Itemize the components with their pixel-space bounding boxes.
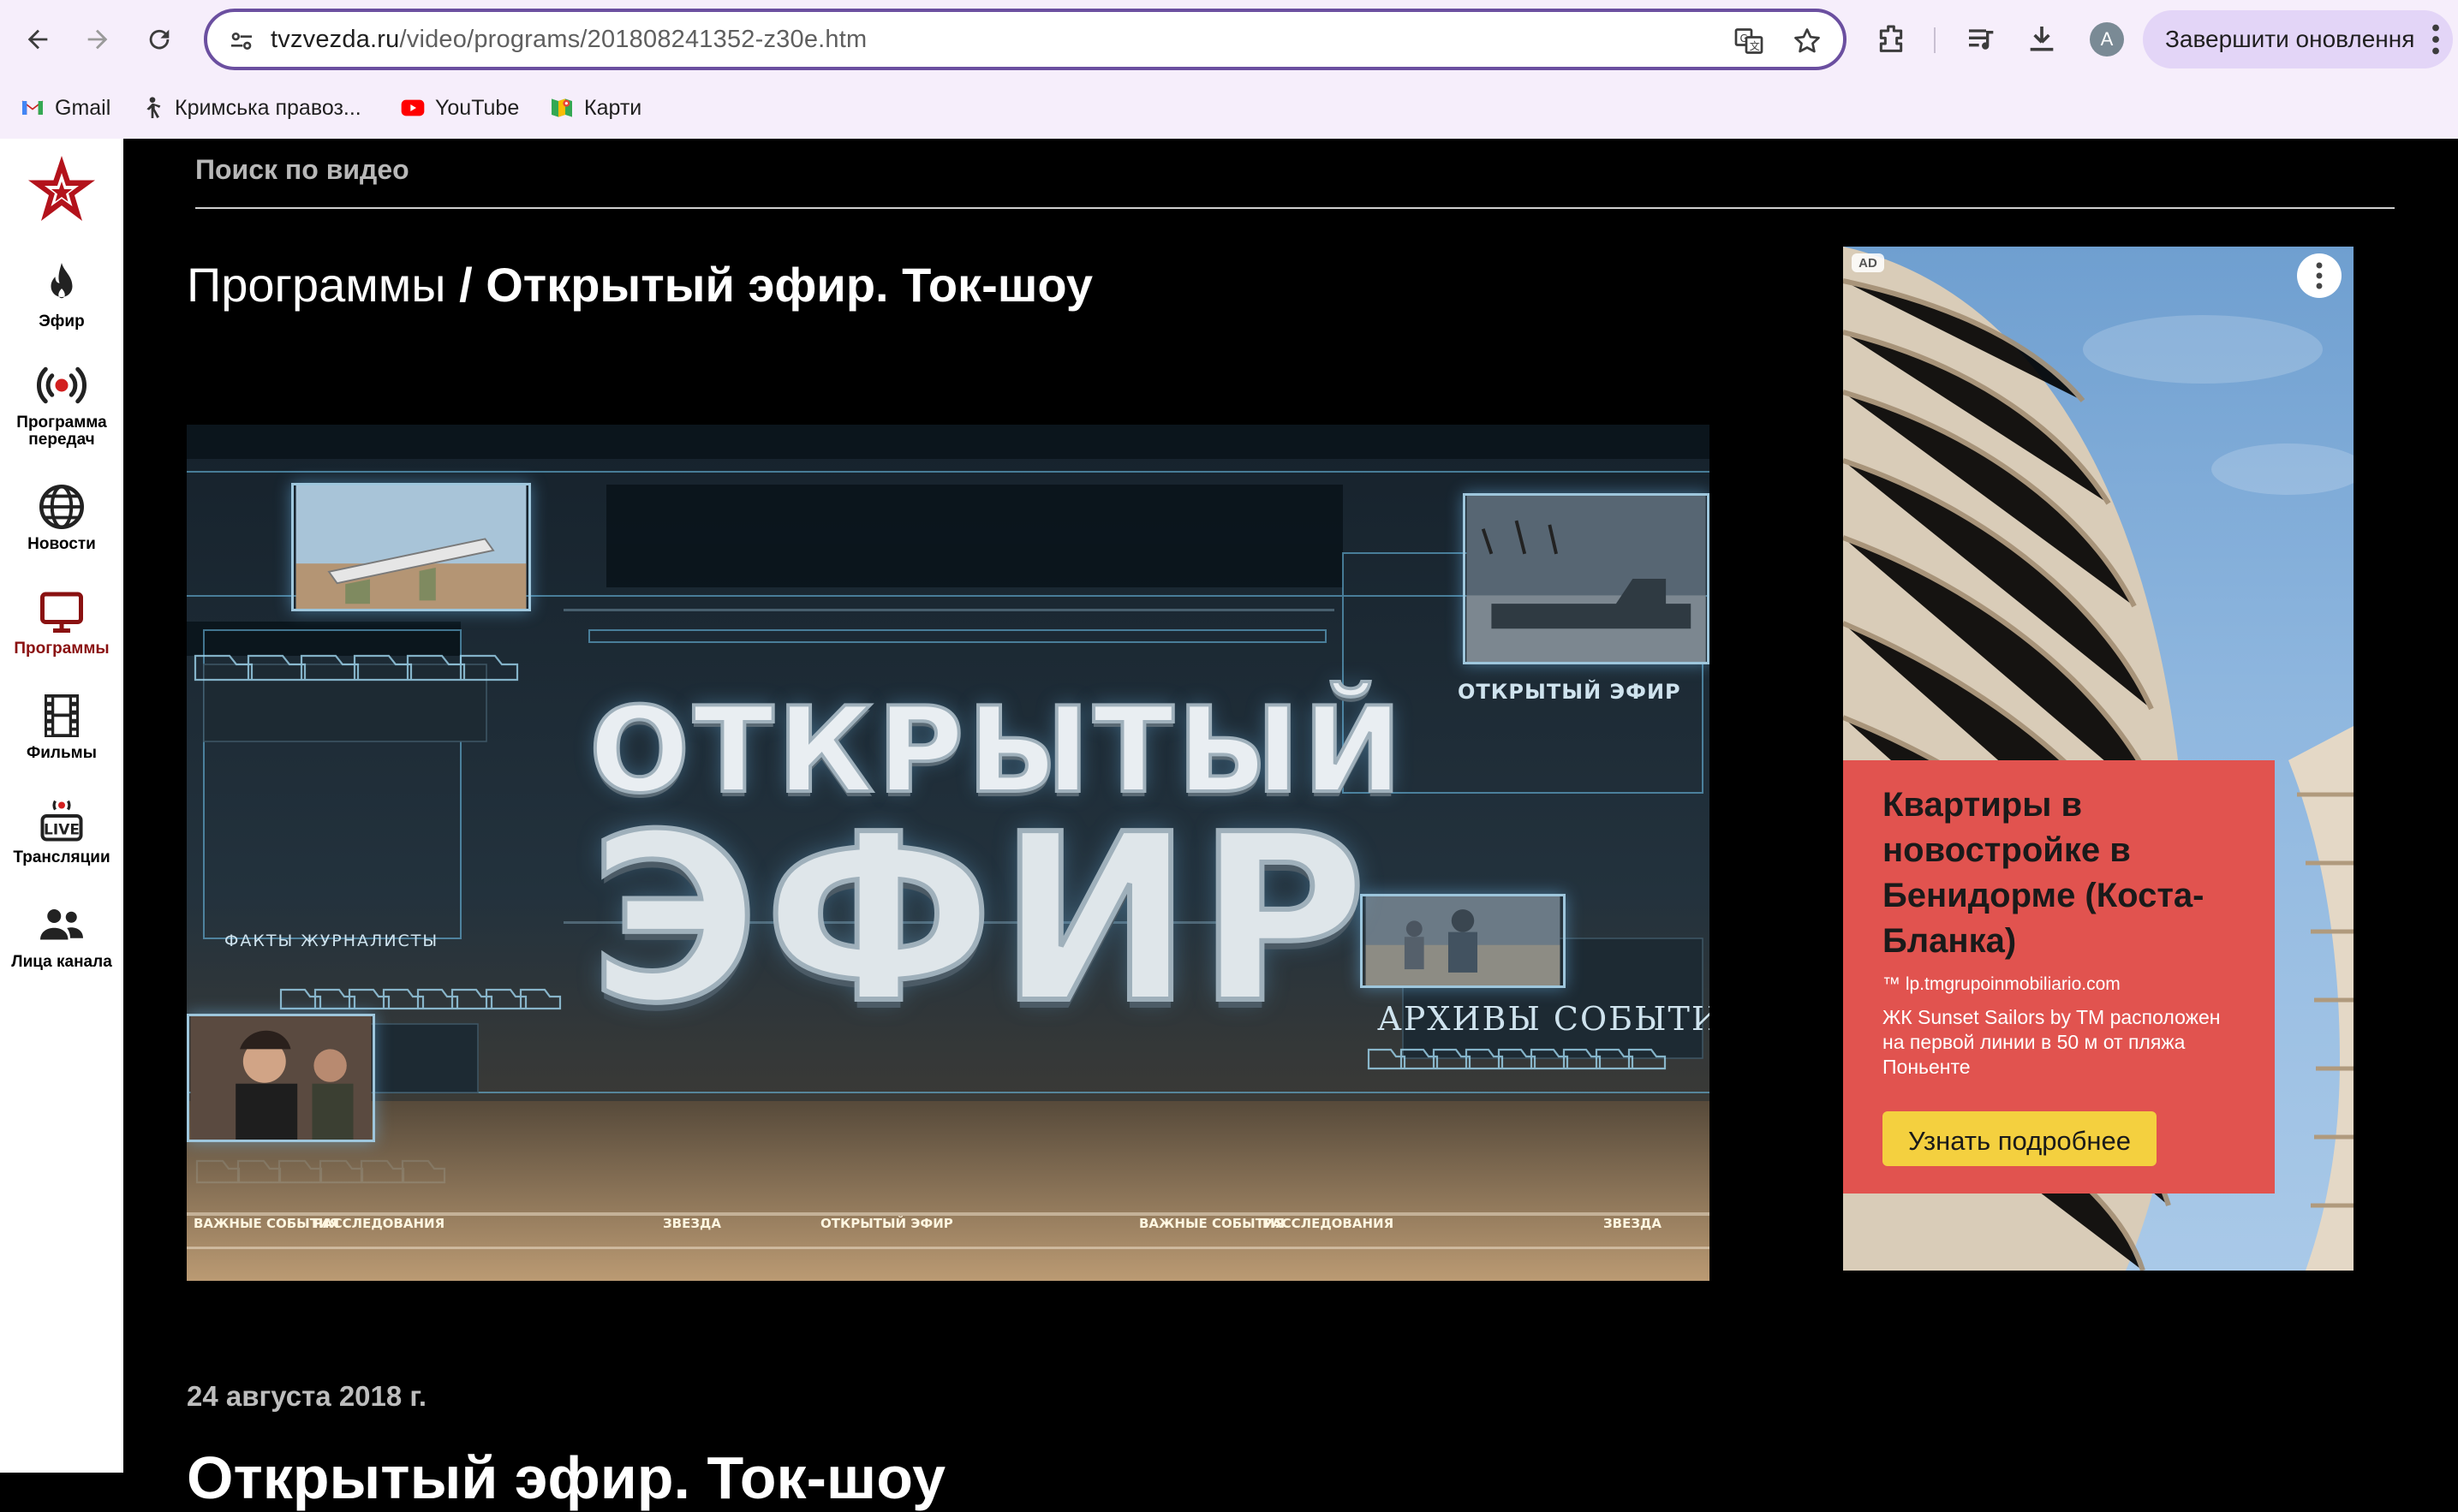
sidebar-item-films[interactable]: Фильмы [0, 690, 123, 762]
hero-tag-archives: АРХИВЫ СОБЫТИЯ [1377, 1000, 1709, 1038]
arrow-left-icon [27, 29, 48, 50]
sidebar-item-label: Трансляции [13, 848, 110, 866]
sidebar-item-label: Лица канала [11, 953, 112, 971]
sidebar-item-live[interactable]: LIVE Трансляции [0, 795, 123, 866]
main-content: Поиск по видео Программы / Открытый эфир… [123, 139, 2458, 1511]
broadcast-icon [36, 366, 87, 404]
hero-ticker-3: ЗВЕЗДА [663, 1216, 721, 1231]
site-sidebar: Эфир Программа передач Новости Программы… [0, 139, 123, 1473]
sidebar-item-schedule[interactable]: Программа передач [0, 360, 123, 449]
update-label: Завершити оновлення [2165, 26, 2415, 52]
sidebar-item-label: Фильмы [27, 744, 97, 762]
hero-thumb-rocket [291, 483, 531, 611]
gmail-icon [21, 100, 44, 115]
bookmark-crimea[interactable]: Кримська правоз... [139, 91, 361, 125]
translate-icon[interactable]: G文 [1733, 26, 1764, 57]
profile-avatar[interactable]: A [2090, 22, 2124, 57]
download-icon[interactable] [2025, 22, 2059, 57]
globe-icon [39, 485, 84, 529]
breadcrumb-root-link[interactable]: Программы [187, 258, 446, 312]
breadcrumb-separator: / [459, 258, 473, 312]
maps-icon [552, 98, 572, 117]
sidebar-item-faces[interactable]: Лица канала [0, 899, 123, 971]
search-underline [195, 207, 2395, 209]
more-vert-icon [2432, 24, 2439, 55]
svg-text:文: 文 [1750, 39, 1760, 52]
ad-description: ЖК Sunset Sailors by TM расположен на пе… [1882, 1006, 2221, 1078]
ad-domain[interactable]: ™ lp.tmgrupoinmobiliario.com [1882, 974, 2121, 995]
sidebar-item-label: Программа передач [16, 414, 107, 449]
extensions-icon[interactable] [1874, 22, 1908, 57]
ad-text-panel: Квартиры в новостройке в Бенидорме (Кост… [1843, 760, 2275, 1194]
sidebar-item-programs[interactable]: Программы [0, 586, 123, 658]
sidebar-item-news[interactable]: Новости [0, 481, 123, 553]
breadcrumb: Программы / Открытый эфир. Ток-шоу [187, 257, 1093, 313]
breadcrumb-current: Открытый эфир. Ток-шоу [486, 258, 1094, 312]
film-icon [45, 694, 79, 737]
bookmarks-bar: Gmail Кримська правоз... YouTube Карти [0, 86, 2458, 130]
hero-thumb-soldiers [1360, 894, 1566, 988]
arrow-right-icon [87, 29, 108, 50]
back-button[interactable] [15, 17, 60, 62]
url-text[interactable]: tvzvezda.ru/video/programs/201808241352-… [271, 26, 867, 54]
reload-button[interactable] [137, 17, 182, 62]
advertisement[interactable]: AD Квартиры в новостройке в Бенидорме (К… [1843, 247, 2354, 1271]
bookmark-maps[interactable]: Карти [548, 91, 641, 125]
bookmark-star-icon[interactable] [1792, 26, 1823, 57]
svg-text:LIVE: LIVE [44, 822, 80, 839]
bookmark-label: Карти [584, 95, 642, 120]
bookmark-label: Кримська правоз... [175, 95, 361, 120]
sidebar-item-efir[interactable]: Эфир [0, 259, 123, 330]
hero-thumb-tanks [1463, 493, 1709, 664]
hero-title-line2: ЭФИР [587, 782, 1372, 1057]
person-icon [146, 97, 161, 118]
site-settings-icon[interactable] [228, 27, 255, 55]
url-domain: tvzvezda.ru [271, 26, 400, 53]
ad-badge: AD [1852, 253, 1884, 272]
hero-thumb-people [187, 1014, 375, 1142]
ad-cta-label: Узнать подробнее [1907, 1126, 2132, 1156]
bookmark-youtube[interactable]: YouTube [399, 91, 519, 125]
url-path: /video/programs/201808241352-z30e.htm [399, 26, 868, 53]
toolbar-divider [1934, 27, 1936, 53]
media-queue-icon[interactable] [1965, 22, 1999, 57]
program-hero-image[interactable]: ОТКРЫТЫЙ ЭФИР ОТКРЫТЫЙ ЭФИР ФАКТЫ ЖУРНАЛ… [187, 425, 1709, 1281]
browser-chrome: tvzvezda.ru/video/programs/201808241352-… [0, 0, 2458, 139]
zvezda-star-logo[interactable] [26, 154, 98, 223]
reload-icon [149, 29, 170, 50]
video-title: Открытый эфир. Ток-шоу [187, 1444, 946, 1511]
address-bar[interactable]: tvzvezda.ru/video/programs/201808241352-… [204, 9, 1846, 70]
browser-toolbar: tvzvezda.ru/video/programs/201808241352-… [0, 0, 2458, 80]
forward-button[interactable] [75, 17, 120, 62]
publish-date: 24 августа 2018 г. [187, 1380, 427, 1412]
hero-ticker-6: РАССЛЕДОВАНИЯ [1262, 1216, 1394, 1231]
hero-tag-left: ФАКТЫ ЖУРНАЛИСТЫ [224, 932, 439, 950]
ad-cta-button[interactable]: Узнать подробнее [1882, 1111, 2157, 1166]
hero-ticker-2: РАССЛЕДОВАНИЯ [313, 1216, 445, 1231]
sidebar-item-label: Новости [27, 535, 96, 553]
tv-icon [40, 592, 83, 633]
live-icon: LIVE [40, 800, 83, 842]
more-vert-icon [2316, 262, 2323, 289]
hero-tag-small: ОТКРЫТЫЙ ЭФИР [1458, 680, 1681, 704]
bookmark-gmail[interactable]: Gmail [19, 91, 110, 125]
flame-icon [51, 263, 73, 299]
video-search-input[interactable]: Поиск по видео [195, 154, 409, 186]
sidebar-item-label: Программы [14, 640, 110, 658]
ad-headline[interactable]: Квартиры в новостройке в Бенидорме (Кост… [1882, 783, 2259, 964]
bookmark-label: YouTube [435, 95, 520, 120]
people-icon [40, 909, 83, 940]
hero-ticker-7: ЗВЕЗДА [1603, 1216, 1662, 1231]
sidebar-item-label: Эфир [39, 313, 85, 330]
bookmark-label: Gmail [55, 95, 111, 120]
youtube-icon [401, 99, 425, 116]
update-chrome-button[interactable]: Завершити оновлення [2143, 10, 2453, 68]
hero-ticker-4: ОТКРЫТЫЙ ЭФИР [820, 1216, 953, 1231]
ad-options-button[interactable] [2297, 253, 2342, 298]
